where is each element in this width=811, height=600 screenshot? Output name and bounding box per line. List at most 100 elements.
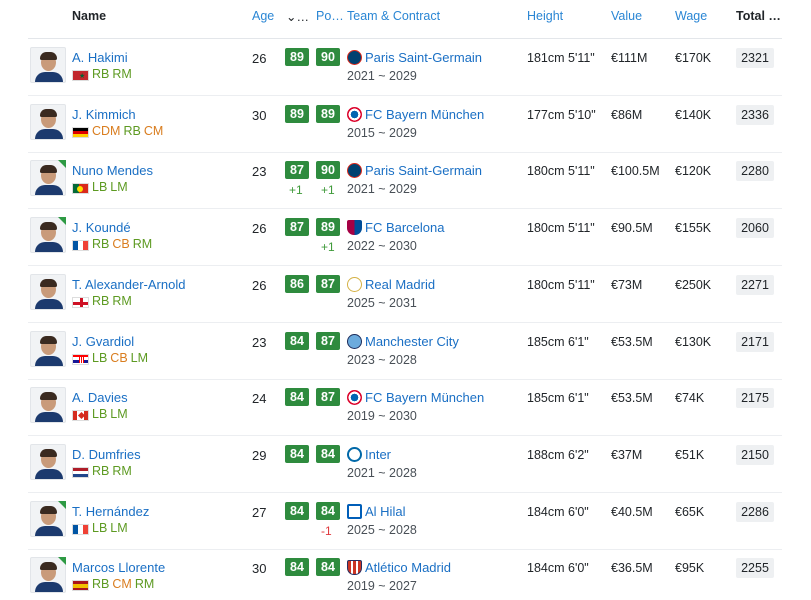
table-row[interactable]: D. Dumfries RB RM 29 84 84 Inter 2021 ~ 2… bbox=[0, 436, 811, 493]
position-tag[interactable]: RM bbox=[112, 464, 131, 478]
player-avatar[interactable] bbox=[30, 103, 66, 140]
col-header-age[interactable]: Age bbox=[252, 9, 274, 23]
player-name-link[interactable]: J. Kimmich bbox=[72, 107, 136, 122]
player-positions: RB CM RM bbox=[92, 577, 157, 591]
club-name-link[interactable]: FC Bayern München bbox=[365, 107, 484, 122]
club-name-link[interactable]: Paris Saint-Germain bbox=[365, 163, 482, 178]
club-name-link[interactable]: FC Barcelona bbox=[365, 220, 444, 235]
position-tag[interactable]: LM bbox=[110, 407, 127, 421]
club-name-link[interactable]: Al Hilal bbox=[365, 504, 405, 519]
table-row[interactable]: A. Davies LB LM 24 84 87 FC Bayern Münche… bbox=[0, 379, 811, 437]
nation-flag-icon[interactable] bbox=[72, 523, 89, 535]
player-avatar[interactable] bbox=[30, 330, 66, 367]
club-crest-icon[interactable] bbox=[347, 106, 362, 122]
club-crest-icon[interactable] bbox=[347, 560, 362, 576]
player-positions: LB LM bbox=[92, 180, 131, 194]
position-tag[interactable]: RM bbox=[135, 577, 154, 591]
col-header-ovr-sort[interactable]: ⌄… bbox=[286, 9, 309, 24]
position-tag[interactable]: LB bbox=[92, 351, 107, 365]
avatar-shirt bbox=[35, 412, 63, 423]
position-tag[interactable]: RB bbox=[92, 464, 109, 478]
table-row[interactable]: Marcos Llorente RB CM RM 30 84 84 Atlético… bbox=[0, 549, 811, 600]
table-row[interactable]: T. Alexander-Arnold RB RM 26 86 87 Real M… bbox=[0, 266, 811, 323]
club-name-link[interactable]: Inter bbox=[365, 447, 391, 462]
position-tag[interactable]: RM bbox=[112, 67, 131, 81]
position-tag[interactable]: LB bbox=[92, 180, 107, 194]
club-name-link[interactable]: Paris Saint-Germain bbox=[365, 50, 482, 65]
position-tag[interactable]: CB bbox=[110, 351, 127, 365]
club-name-link[interactable]: Real Madrid bbox=[365, 277, 435, 292]
position-tag[interactable]: LM bbox=[110, 180, 127, 194]
player-name-link[interactable]: J. Gvardiol bbox=[72, 334, 134, 349]
position-tag[interactable]: RM bbox=[133, 237, 152, 251]
contract-years: 2019 ~ 2030 bbox=[347, 409, 417, 424]
club-crest-icon[interactable] bbox=[347, 390, 362, 406]
table-row[interactable]: J. Koundé RB CB RM 26 87 89 +1 FC Barcelon… bbox=[0, 209, 811, 267]
position-tag[interactable]: RB bbox=[123, 124, 140, 138]
player-name-link[interactable]: T. Hernández bbox=[72, 504, 149, 519]
table-row[interactable]: J. Kimmich CDM RB CM 30 89 89 FC Bayern Mü… bbox=[0, 96, 811, 153]
player-name-link[interactable]: A. Hakimi bbox=[72, 50, 128, 65]
player-name-link[interactable]: Nuno Mendes bbox=[72, 163, 153, 178]
col-header-height[interactable]: Height bbox=[527, 9, 563, 23]
nation-flag-icon[interactable] bbox=[72, 466, 89, 478]
nation-flag-icon[interactable] bbox=[72, 183, 89, 195]
nation-flag-icon[interactable] bbox=[72, 296, 89, 308]
club-name-link[interactable]: Manchester City bbox=[365, 334, 459, 349]
club-crest-icon[interactable] bbox=[347, 163, 362, 179]
club-crest-icon[interactable] bbox=[347, 220, 362, 236]
nation-flag-icon[interactable] bbox=[72, 126, 89, 138]
position-tag[interactable]: RM bbox=[112, 294, 131, 308]
club-crest-icon[interactable] bbox=[347, 50, 362, 65]
col-header-potential[interactable]: Po… bbox=[316, 9, 344, 23]
nation-flag-icon[interactable]: ★ bbox=[72, 70, 89, 81]
player-name-link[interactable]: Marcos Llorente bbox=[72, 560, 165, 575]
avatar-shirt bbox=[35, 242, 63, 253]
player-name-link[interactable]: A. Davies bbox=[72, 390, 128, 405]
col-header-wage[interactable]: Wage bbox=[675, 9, 707, 23]
total-stats-badge: 2280 bbox=[736, 161, 774, 182]
nation-flag-icon[interactable] bbox=[72, 580, 89, 592]
col-header-total[interactable]: Total … bbox=[736, 9, 781, 23]
player-value: €111M bbox=[611, 51, 648, 65]
table-row[interactable]: J. Gvardiol LB CB LM 23 84 87 Manchester C… bbox=[0, 323, 811, 380]
player-avatar[interactable] bbox=[30, 273, 66, 310]
player-name-link[interactable]: D. Dumfries bbox=[72, 447, 141, 462]
position-tag[interactable]: CM bbox=[144, 124, 163, 138]
club-crest-icon[interactable] bbox=[347, 276, 362, 292]
position-tag[interactable]: LM bbox=[131, 351, 148, 365]
col-header-team-contract[interactable]: Team & Contract bbox=[347, 9, 440, 23]
nation-flag-icon[interactable] bbox=[72, 240, 89, 252]
club-name-link[interactable]: Atlético Madrid bbox=[365, 560, 451, 575]
col-header-name[interactable]: Name bbox=[72, 9, 106, 23]
position-tag[interactable]: LB bbox=[92, 521, 107, 535]
position-tag[interactable]: CB bbox=[112, 237, 129, 251]
table-row[interactable]: A. Hakimi ★ RB RM 26 89 90 Paris Saint-Ge… bbox=[0, 39, 811, 96]
contract-years: 2022 ~ 2030 bbox=[347, 239, 417, 254]
position-tag[interactable]: RB bbox=[92, 237, 109, 251]
club-crest-icon[interactable] bbox=[347, 446, 362, 462]
position-tag[interactable]: LM bbox=[110, 521, 127, 535]
position-tag[interactable]: CM bbox=[112, 577, 131, 591]
table-row[interactable]: Nuno Mendes LB LM 23 87 90 +1 +1 Paris Sa… bbox=[0, 152, 811, 210]
col-header-value[interactable]: Value bbox=[611, 9, 642, 23]
player-avatar[interactable] bbox=[30, 387, 66, 424]
position-tag[interactable]: RB bbox=[92, 67, 109, 81]
position-tag[interactable]: CDM bbox=[92, 124, 120, 138]
position-tag[interactable]: RB bbox=[92, 294, 109, 308]
nation-flag-icon[interactable] bbox=[72, 353, 89, 365]
position-tag[interactable]: LB bbox=[92, 407, 107, 421]
club-name-link[interactable]: FC Bayern München bbox=[365, 390, 484, 405]
player-height: 188cm 6'2" bbox=[527, 447, 589, 462]
player-avatar[interactable] bbox=[30, 47, 66, 83]
club-crest-icon[interactable] bbox=[347, 503, 362, 519]
player-avatar[interactable] bbox=[30, 443, 66, 480]
avatar-hair bbox=[40, 52, 57, 60]
player-name-link[interactable]: J. Koundé bbox=[72, 220, 131, 235]
position-tag[interactable]: RB bbox=[92, 577, 109, 591]
nation-flag-icon[interactable] bbox=[72, 410, 89, 422]
table-row[interactable]: T. Hernández LB LM 27 84 84 -1 Al Hilal 2… bbox=[0, 493, 811, 550]
club-crest-icon[interactable] bbox=[347, 333, 362, 349]
total-stats-badge: 2175 bbox=[736, 388, 774, 409]
player-name-link[interactable]: T. Alexander-Arnold bbox=[72, 277, 185, 292]
